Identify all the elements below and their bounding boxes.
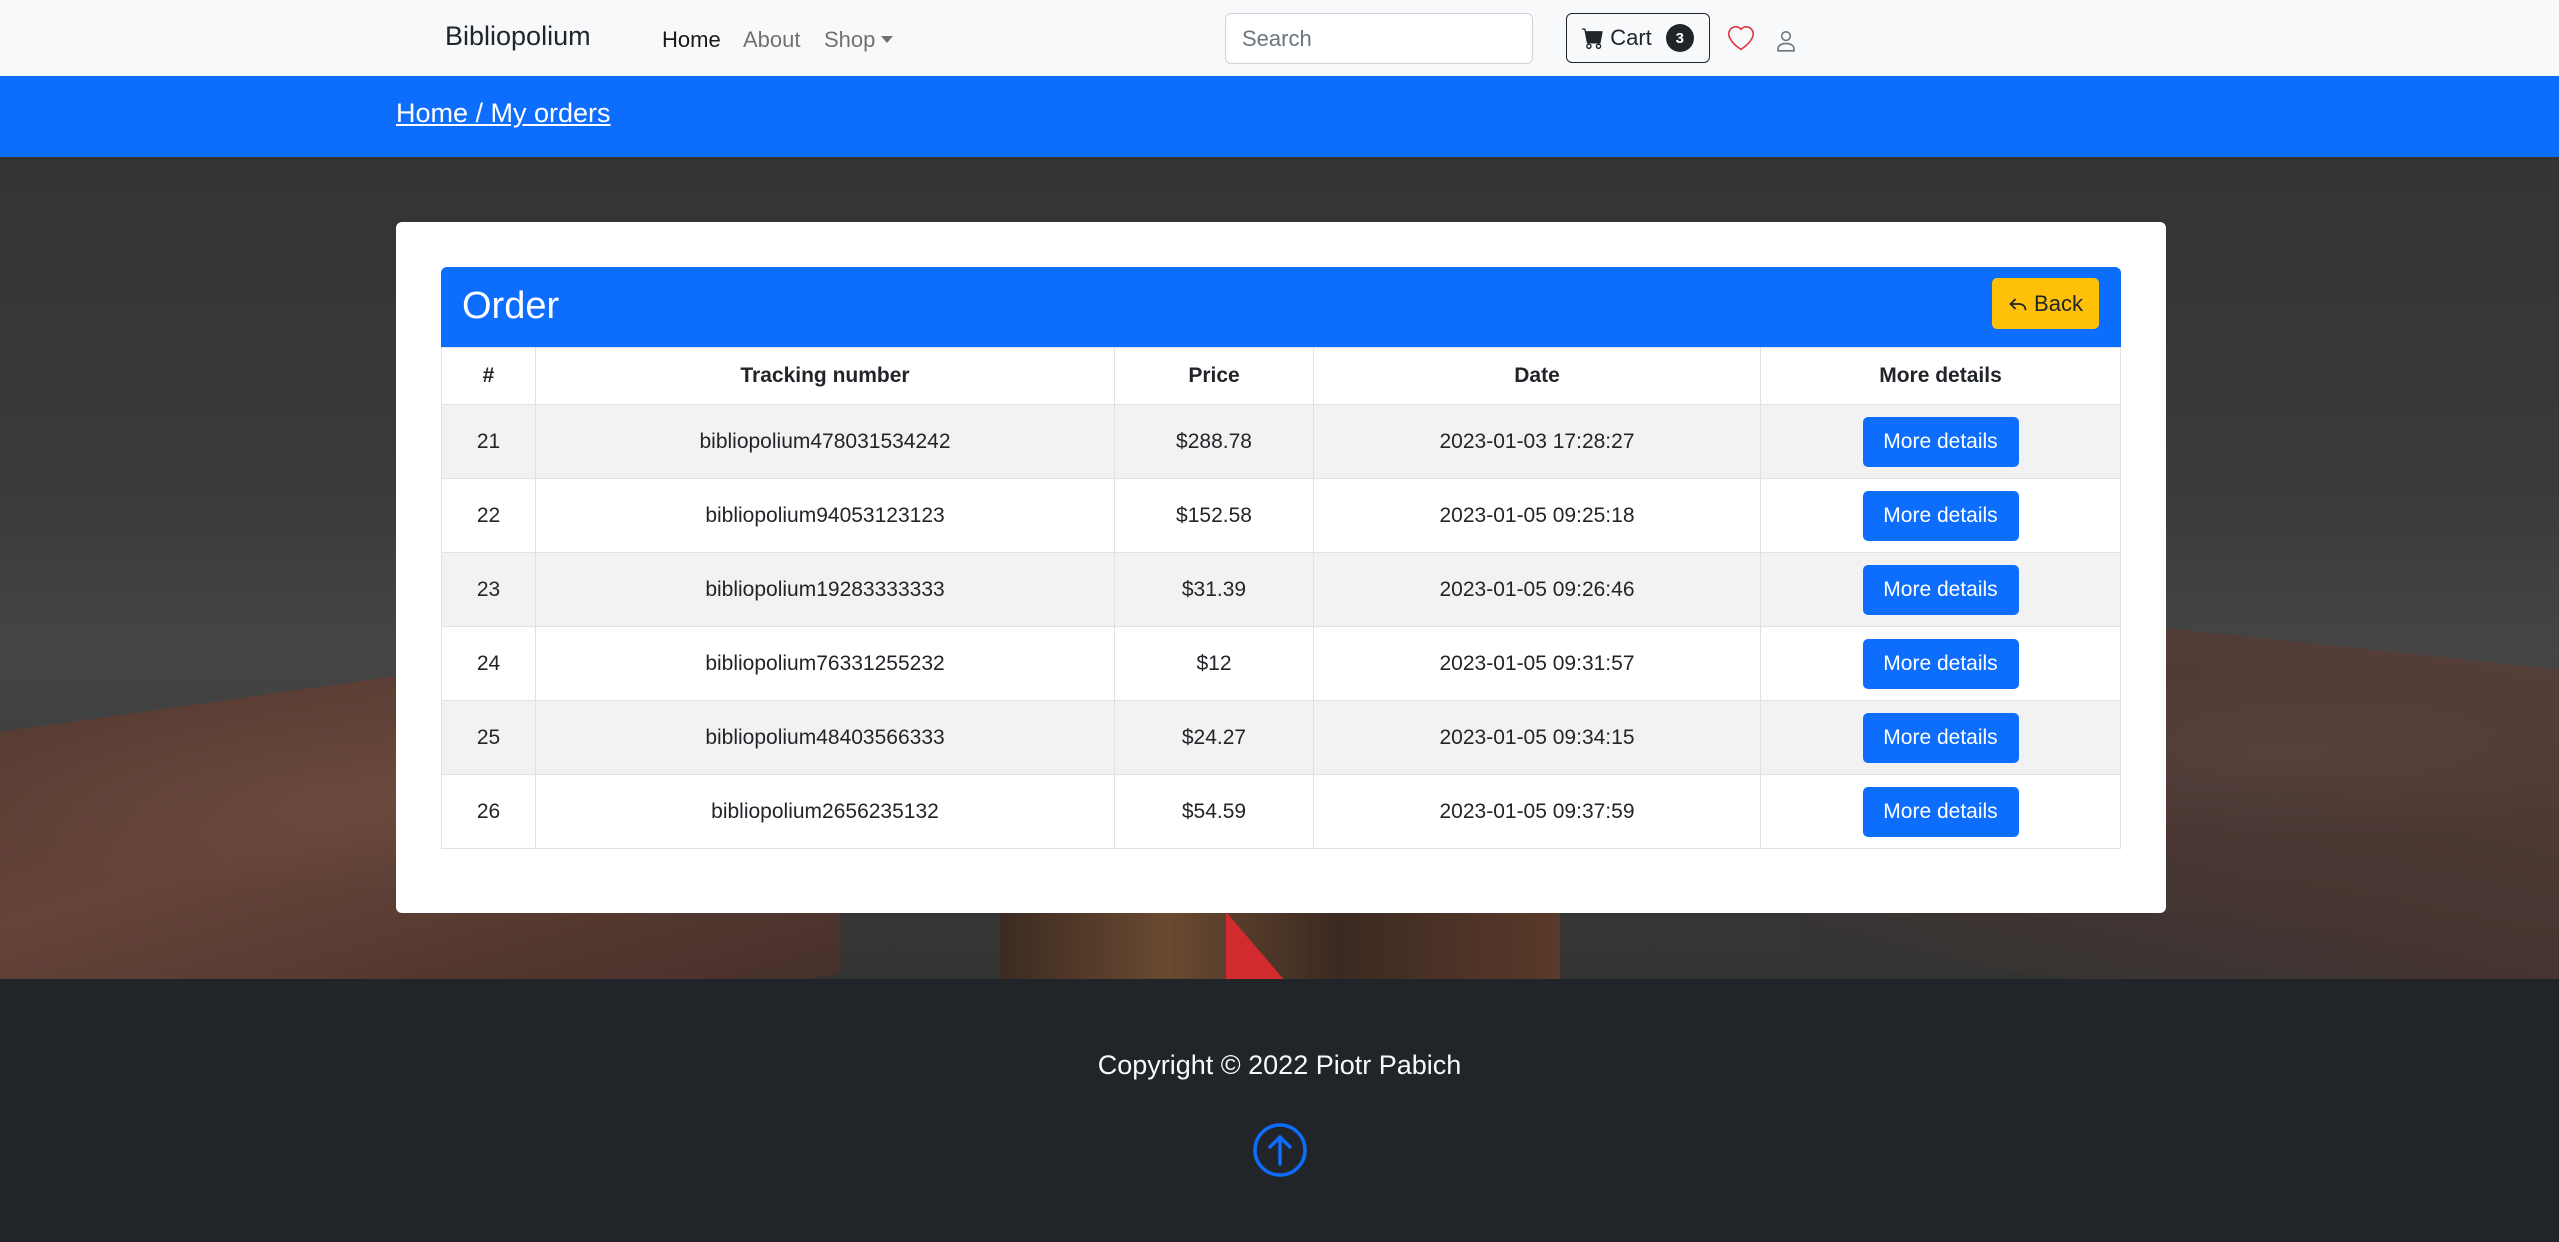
col-header-price: Price	[1114, 347, 1314, 405]
order-price: $288.78	[1114, 404, 1314, 479]
nav-shop-dropdown[interactable]: Shop	[824, 27, 894, 53]
table-header-row: # Tracking number Price Date More detail…	[441, 347, 2121, 405]
order-date: 2023-01-05 09:26:46	[1313, 552, 1761, 627]
order-price: $152.58	[1114, 478, 1314, 553]
table-row: 22 bibliopolium94053123123 $152.58 2023-…	[441, 478, 2121, 553]
nav-shop-label: Shop	[824, 27, 876, 52]
back-button[interactable]: Back	[1992, 278, 2099, 329]
table-row: 25 bibliopolium48403566333 $24.27 2023-0…	[441, 700, 2121, 775]
order-date: 2023-01-05 09:25:18	[1313, 478, 1761, 553]
order-number: 21	[441, 404, 536, 479]
order-price: $24.27	[1114, 700, 1314, 775]
book-ribbon	[1226, 912, 1286, 979]
cart-count-badge: 3	[1665, 24, 1694, 52]
nav-home[interactable]: Home	[662, 27, 721, 53]
more-details-button[interactable]: More details	[1862, 638, 2019, 689]
back-label: Back	[2034, 290, 2083, 316]
action-cell: More details	[1760, 700, 2121, 775]
table-row: 21 bibliopolium478031534242 $288.78 2023…	[441, 404, 2121, 479]
navbar: Bibliopolium Home About Shop Cart 3	[0, 0, 2559, 76]
brand-logo[interactable]: Bibliopolium	[445, 21, 591, 52]
action-cell: More details	[1760, 478, 2121, 553]
order-price: $12	[1114, 626, 1314, 701]
more-details-button[interactable]: More details	[1862, 416, 2019, 467]
caret-down-icon	[881, 36, 894, 43]
order-date: 2023-01-05 09:34:15	[1313, 700, 1761, 775]
table-row: 23 bibliopolium19283333333 $31.39 2023-0…	[441, 552, 2121, 627]
more-details-button[interactable]: More details	[1862, 712, 2019, 763]
col-header-tracking: Tracking number	[535, 347, 1115, 405]
nav-about[interactable]: About	[743, 27, 801, 53]
breadcrumb[interactable]: Home / My orders	[396, 98, 611, 129]
more-details-button[interactable]: More details	[1862, 564, 2019, 615]
more-details-button[interactable]: More details	[1862, 490, 2019, 541]
table-row: 24 bibliopolium76331255232 $12 2023-01-0…	[441, 626, 2121, 701]
tracking-number: bibliopolium94053123123	[535, 478, 1115, 553]
tracking-number: bibliopolium19283333333	[535, 552, 1115, 627]
user-icon[interactable]	[1776, 30, 1796, 52]
order-date: 2023-01-05 09:37:59	[1313, 774, 1761, 849]
breadcrumb-bar: Home / My orders	[0, 76, 2559, 157]
reply-icon	[2009, 297, 2027, 310]
tracking-number: bibliopolium478031534242	[535, 404, 1115, 479]
action-cell: More details	[1760, 626, 2121, 701]
action-cell: More details	[1760, 552, 2121, 627]
tracking-number: bibliopolium76331255232	[535, 626, 1115, 701]
order-header: Order Back	[441, 267, 2121, 347]
order-date: 2023-01-05 09:31:57	[1313, 626, 1761, 701]
cart-button[interactable]: Cart 3	[1566, 13, 1710, 63]
cart-label: Cart	[1610, 25, 1652, 50]
col-header-more-details: More details	[1760, 347, 2121, 405]
cart-icon	[1582, 28, 1603, 49]
order-date: 2023-01-03 17:28:27	[1313, 404, 1761, 479]
table-row: 26 bibliopolium2656235132 $54.59 2023-01…	[441, 774, 2121, 849]
order-number: 23	[441, 552, 536, 627]
action-cell: More details	[1760, 404, 2121, 479]
col-header-date: Date	[1313, 347, 1761, 405]
more-details-button[interactable]: More details	[1862, 786, 2019, 837]
order-number: 26	[441, 774, 536, 849]
action-cell: More details	[1760, 774, 2121, 849]
order-title: Order	[462, 285, 560, 327]
copyright-text: Copyright © 2022 Piotr Pabich	[1097, 1050, 1462, 1080]
arrow-up-circle-icon[interactable]	[1252, 1122, 1308, 1178]
footer: Copyright © 2022 Piotr Pabich	[0, 979, 2559, 1242]
tracking-number: bibliopolium2656235132	[535, 774, 1115, 849]
order-price: $31.39	[1114, 552, 1314, 627]
orders-table: # Tracking number Price Date More detail…	[441, 347, 2121, 849]
order-number: 25	[441, 700, 536, 775]
search-input[interactable]	[1225, 13, 1533, 64]
orders-card: Order Back # Tracking number Price Date …	[396, 222, 2166, 913]
tracking-number: bibliopolium48403566333	[535, 700, 1115, 775]
heart-icon[interactable]	[1728, 26, 1754, 52]
order-price: $54.59	[1114, 774, 1314, 849]
col-header-number: #	[441, 347, 536, 405]
order-number: 24	[441, 626, 536, 701]
order-number: 22	[441, 478, 536, 553]
